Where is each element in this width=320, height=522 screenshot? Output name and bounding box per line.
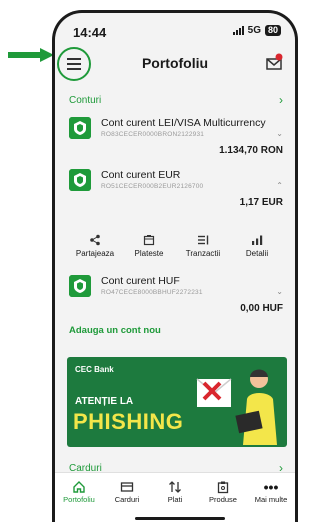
account-item-eur[interactable]: Cont curent EUR RO51CECER000B2EUR2126700… (69, 169, 283, 213)
account-name: Cont curent HUF (101, 275, 180, 287)
tab-label: Produse (209, 495, 237, 504)
chevron-up-icon[interactable]: ⌃ (276, 181, 283, 190)
tab-label: Mai multe (254, 495, 288, 504)
app-header: Portofoliu (55, 43, 295, 85)
bottom-tab-bar: Portofoliu Carduri Plati Produse ••• Mai… (55, 472, 295, 522)
account-iban: RO47CECE8000BBHUF2272231 (101, 289, 203, 296)
tab-label: Portofoliu (63, 495, 95, 504)
account-balance: 0,00 HUF (240, 303, 283, 314)
phishing-illustration-icon (196, 369, 277, 445)
status-bar: 14:44 5G 80 (55, 13, 295, 43)
action-label: Tranzactii (185, 249, 221, 258)
action-pay[interactable]: Plateste (123, 231, 175, 267)
share-icon (69, 231, 121, 249)
account-name: Cont curent EUR (101, 169, 181, 181)
chevron-down-icon[interactable]: ⌄ (276, 129, 283, 138)
banner-brand: CEC Bank (75, 365, 114, 374)
tab-carduri[interactable]: Carduri (104, 479, 150, 522)
phishing-banner[interactable]: CEC Bank ATENȚIE LA PHISHING (67, 357, 287, 447)
transactions-icon (177, 231, 229, 249)
cec-logo-icon (69, 275, 91, 297)
chevron-down-icon[interactable]: ⌄ (276, 287, 283, 296)
phone-frame: 14:44 5G 80 Portofoliu Conturi › Cont cu… (52, 10, 298, 522)
action-details[interactable]: Detalii (231, 231, 283, 267)
account-name: Cont curent LEI/VISA Multicurrency (101, 117, 266, 129)
tab-mai-multe[interactable]: ••• Mai multe (248, 479, 294, 522)
details-icon (231, 231, 283, 249)
tab-label: Plati (167, 495, 183, 504)
action-label: Partajeaza (75, 249, 115, 258)
signal-icon (232, 26, 244, 35)
cec-logo-icon (69, 117, 91, 139)
accounts-section-header[interactable]: Conturi › (69, 93, 283, 107)
account-balance: 1.134,70 RON (219, 145, 283, 156)
action-label: Detalii (245, 249, 269, 258)
account-iban: RO83CECER0000BRON2122931 (101, 131, 205, 138)
tab-portofoliu[interactable]: Portofoliu (56, 479, 102, 522)
status-time: 14:44 (73, 25, 107, 40)
pay-icon (123, 231, 175, 249)
banner-line1: ATENȚIE LA (75, 396, 134, 407)
products-icon (200, 479, 246, 495)
tab-plati[interactable]: Plati (152, 479, 198, 522)
chevron-right-icon: › (279, 93, 283, 107)
account-item-lei[interactable]: Cont curent LEI/VISA Multicurrency RO83C… (69, 117, 283, 161)
mail-icon[interactable] (265, 53, 283, 71)
tab-produse[interactable]: Produse (200, 479, 246, 522)
account-iban: RO51CECER000B2EUR2126700 (101, 183, 204, 190)
pointer-arrow-icon (8, 48, 54, 62)
card-icon (104, 479, 150, 495)
accounts-section-label: Conturi (69, 94, 102, 106)
tab-label: Carduri (114, 495, 140, 504)
banner-line2: PHISHING (73, 409, 184, 434)
action-label: Plateste (134, 249, 164, 258)
transfer-icon (152, 479, 198, 495)
more-icon: ••• (263, 479, 279, 495)
battery-icon: 80 (264, 25, 281, 36)
network-label: 5G (247, 25, 261, 36)
home-icon (56, 479, 102, 495)
account-actions: Partajeaza Plateste Tranzactii Detalii (69, 231, 283, 267)
page-title: Portofoliu (141, 55, 209, 71)
home-indicator (135, 517, 225, 520)
action-transactions[interactable]: Tranzactii (177, 231, 229, 267)
action-share[interactable]: Partajeaza (69, 231, 121, 267)
cec-logo-icon (69, 169, 91, 191)
add-account-link[interactable]: Adauga un cont nou (69, 325, 161, 336)
account-item-huf[interactable]: Cont curent HUF RO47CECE8000BBHUF2272231… (69, 275, 283, 319)
account-balance: 1,17 EUR (239, 197, 283, 208)
